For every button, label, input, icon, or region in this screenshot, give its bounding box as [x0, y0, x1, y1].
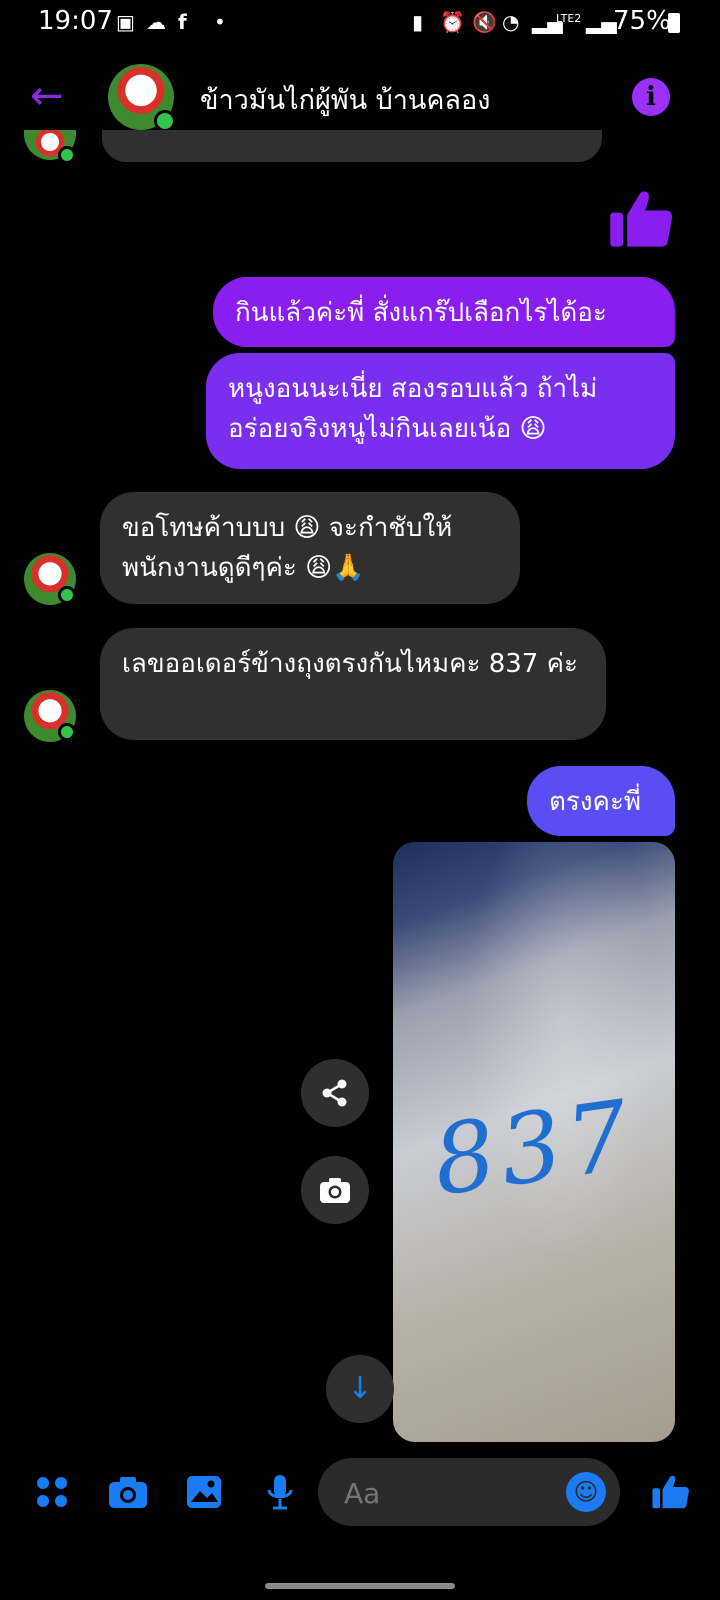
alarm-icon: ⏰	[440, 10, 465, 34]
message-bubble-outgoing[interactable]: หนูงอนนะเนี่ย สองรอบแล้ว ถ้าไม่อร่อยจริง…	[206, 353, 675, 469]
microphone-icon	[267, 1475, 293, 1510]
online-status-icon	[154, 110, 176, 132]
scroll-to-bottom-button[interactable]: ↓	[326, 1355, 394, 1423]
online-status-icon	[58, 723, 76, 741]
online-status-icon	[58, 586, 76, 604]
image-icon: ▣	[116, 10, 135, 34]
like-sticker-icon[interactable]	[606, 185, 674, 253]
photo-message[interactable]: 837	[393, 842, 675, 1442]
previous-message-bubble[interactable]	[102, 130, 602, 162]
page-title[interactable]: ข้าวมันไก่ผู้พัน บ้านคลอง	[200, 78, 490, 121]
status-time: 19:07	[38, 6, 113, 36]
mute-icon: 🔇	[472, 10, 497, 34]
message-bubble-incoming[interactable]: ขอโทษค้าบบบ 😩 จะกำชับให้พนักงานดูดีๆค่ะ …	[100, 492, 520, 604]
more-actions-button[interactable]	[30, 1470, 74, 1514]
message-bubble-outgoing[interactable]: ตรงคะพี่	[527, 766, 675, 836]
wifi-icon: ◔	[502, 10, 520, 34]
message-input[interactable]	[342, 1474, 546, 1512]
cloud-icon: ☁	[146, 10, 166, 34]
status-bar: 19:07 ▣ ☁ f • ▮ ⏰ 🔇 ◔ ▂▄ LTE2 ▂▄ 75%	[0, 0, 720, 46]
message-bubble-outgoing[interactable]: กินแล้วค่ะพี่ สั่งแกร๊ปเลือกไรได้อะ	[213, 277, 675, 347]
dot-icon: •	[214, 10, 226, 34]
battery-icon	[668, 13, 680, 33]
lte-icon: LTE2	[556, 12, 582, 25]
share-button[interactable]	[301, 1059, 369, 1127]
facebook-icon: f	[178, 10, 187, 34]
emoji-button[interactable]: ☺	[566, 1472, 606, 1512]
home-indicator[interactable]	[265, 1583, 455, 1589]
message-bubble-incoming[interactable]: เลขออเดอร์ข้างถุงตรงกันไหมคะ 837 ค่ะ	[100, 628, 606, 740]
info-icon: i	[646, 82, 656, 112]
thumbs-up-icon	[652, 1475, 689, 1509]
photo-handwritten-number: 837	[426, 1078, 642, 1218]
back-button[interactable]: ←	[30, 74, 74, 118]
battery-saver-icon: ▮	[412, 10, 424, 34]
info-button[interactable]: i	[632, 78, 670, 116]
four-dots-icon	[37, 1477, 67, 1507]
voice-button[interactable]	[258, 1470, 302, 1514]
arrow-down-icon: ↓	[347, 1371, 373, 1406]
like-button[interactable]	[648, 1470, 692, 1514]
online-status-icon	[58, 146, 76, 164]
camera-save-button[interactable]	[301, 1156, 369, 1224]
message-composer[interactable]: ☺	[318, 1458, 620, 1526]
camera-icon	[320, 1178, 350, 1203]
share-icon	[322, 1079, 347, 1107]
image-icon	[187, 1476, 221, 1508]
gallery-button[interactable]	[182, 1470, 226, 1514]
camera-button[interactable]	[106, 1470, 150, 1514]
arrow-left-icon: ←	[30, 73, 64, 119]
battery-percent: 75%	[613, 6, 671, 36]
smiley-icon: ☺	[573, 1478, 599, 1506]
camera-icon	[109, 1477, 147, 1508]
